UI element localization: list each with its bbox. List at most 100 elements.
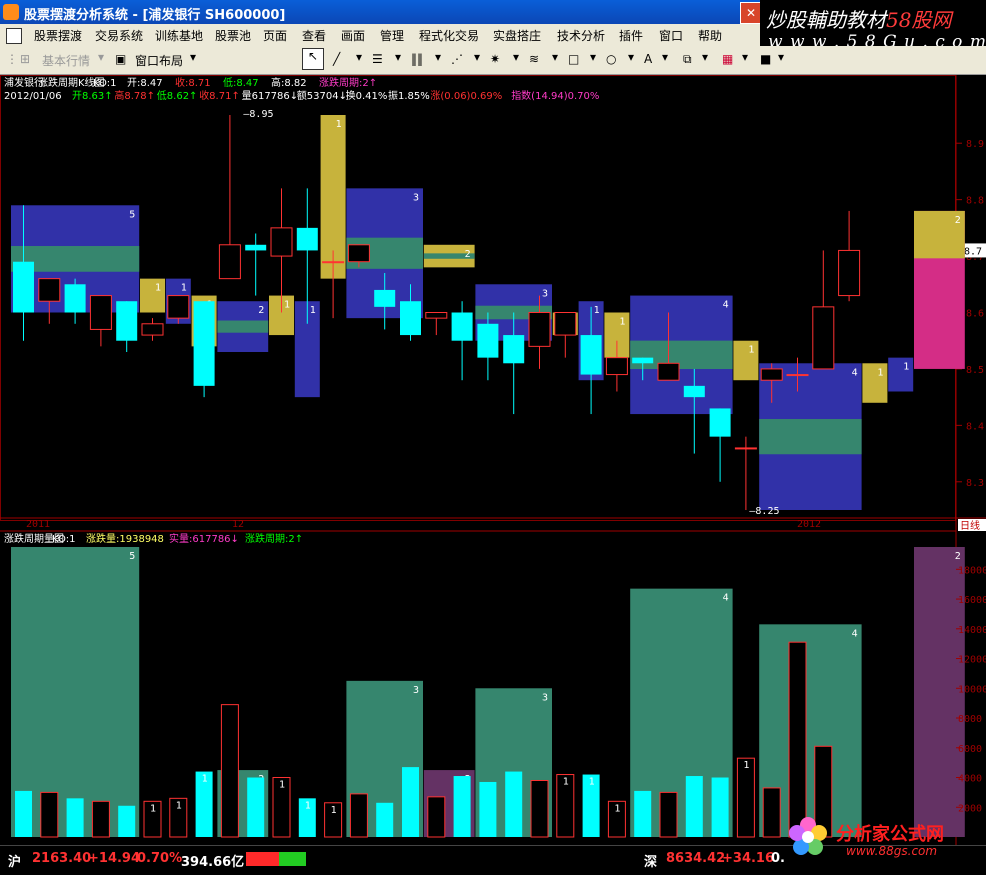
- chevron-down-icon[interactable]: ▾: [395, 50, 401, 64]
- menu-item-交易系统[interactable]: 交易系统: [95, 27, 143, 44]
- gann-tool-icon[interactable]: ✷: [490, 52, 500, 66]
- chevron-down-icon[interactable]: ▾: [98, 50, 104, 64]
- volume-tick-label: 6000: [958, 744, 982, 755]
- volume-count-label: 1: [150, 803, 156, 814]
- fibonacci-tool-icon[interactable]: ☰: [372, 52, 383, 66]
- cycle-count-label: 1: [284, 300, 290, 311]
- chevron-down-icon[interactable]: ▾: [435, 50, 441, 64]
- cycle-count-label: 1: [310, 305, 316, 316]
- menu-item-查看[interactable]: 查看: [302, 27, 326, 44]
- volume-tick-label: 12000: [958, 655, 986, 666]
- upper-info-item: 换0.41%: [346, 89, 388, 102]
- chevron-down-icon[interactable]: ▾: [552, 50, 558, 64]
- volume-bar: [247, 777, 265, 837]
- menu-item-股票池[interactable]: 股票池: [215, 27, 251, 44]
- volume-count-label: 1: [331, 805, 337, 816]
- price-tick-label: 8.4: [966, 421, 984, 432]
- candle-body: [347, 244, 370, 263]
- basic-quote-button[interactable]: 基本行情: [42, 52, 90, 69]
- chevron-down-icon[interactable]: ▾: [778, 50, 784, 64]
- pointer-tool-icon[interactable]: ↖: [302, 48, 324, 70]
- sh-change: +14.94: [88, 851, 141, 866]
- candle-body: [683, 385, 705, 398]
- candle-body: [812, 306, 835, 370]
- upper-info-item: 额53704↓: [297, 89, 347, 102]
- chevron-down-icon[interactable]: ▾: [628, 50, 634, 64]
- candle-body: [451, 312, 473, 341]
- menu-item-插件[interactable]: 插件: [619, 27, 643, 44]
- chevron-down-icon[interactable]: ▾: [702, 50, 708, 64]
- save-icon[interactable]: ■: [760, 52, 771, 66]
- chevron-down-icon[interactable]: ▾: [590, 50, 596, 64]
- candle-body: [296, 227, 318, 251]
- channel-tool-icon[interactable]: ≋: [529, 52, 539, 66]
- price-tick-label: 8.3: [966, 478, 984, 489]
- chevron-down-icon[interactable]: ▾: [742, 50, 748, 64]
- date-label: 12: [232, 519, 244, 530]
- price-tick-label: 8.6: [966, 309, 984, 320]
- menu-item-实盘搭庄[interactable]: 实盘搭庄: [493, 27, 541, 44]
- menu-item-技术分析[interactable]: 技术分析: [557, 27, 605, 44]
- upper-header-item: 收:8.71: [175, 76, 211, 89]
- window-layout-icon[interactable]: ▣: [115, 52, 126, 66]
- candle-body: [528, 312, 551, 347]
- window-layout-button[interactable]: 窗口布局: [135, 52, 183, 69]
- cycle-volume-count: 2: [955, 551, 961, 562]
- volume-count-label: 1: [589, 777, 595, 788]
- candle-body: [605, 357, 628, 376]
- volume-count-label: 1: [202, 774, 208, 785]
- price-tick-label: 8.5: [966, 365, 984, 376]
- menu-item-帮助[interactable]: 帮助: [698, 27, 722, 44]
- menu-item-画面[interactable]: 画面: [341, 27, 365, 44]
- cycle-count-label: 2: [955, 215, 961, 226]
- chevron-down-icon[interactable]: ▾: [474, 50, 480, 64]
- menu-item-管理[interactable]: 管理: [380, 27, 404, 44]
- menu-item-页面[interactable]: 页面: [263, 27, 287, 44]
- copy-icon[interactable]: ⧉: [683, 52, 692, 67]
- chevron-down-icon[interactable]: ▾: [513, 50, 519, 64]
- cycle-box: [140, 278, 165, 313]
- text-tool-icon[interactable]: A: [644, 52, 652, 66]
- cycle-count-label: 4: [723, 300, 729, 311]
- candle-body: [322, 261, 345, 264]
- cycle-line-tool-icon[interactable]: ‖‖: [411, 52, 423, 66]
- volume-count-label: 1: [305, 800, 311, 811]
- price-tick-label: 8.8: [966, 196, 984, 207]
- volume-bar: [685, 776, 703, 837]
- candle-body: [734, 447, 757, 450]
- current-price-label: 8.7: [964, 246, 982, 257]
- candle-body: [477, 323, 499, 358]
- sz-change: +34.16: [722, 851, 775, 866]
- sh-index: 2163.40: [32, 851, 92, 866]
- palette-icon[interactable]: ▦: [722, 52, 733, 66]
- rectangle-tool-icon[interactable]: □: [568, 52, 579, 66]
- menu-item-股票摆渡[interactable]: 股票摆渡: [34, 27, 82, 44]
- volume-count-label: 1: [279, 780, 285, 791]
- cycle-count-label: 3: [413, 192, 419, 203]
- candle-body: [270, 227, 293, 257]
- date-label: 2012: [797, 519, 821, 530]
- chevron-down-icon[interactable]: ▾: [662, 50, 668, 64]
- upper-info-item: 涨(0.06)0.69%: [430, 90, 502, 102]
- volume-count-label: 1: [563, 777, 569, 788]
- close-icon[interactable]: ✕: [740, 2, 762, 24]
- ellipse-tool-icon[interactable]: ○: [606, 52, 616, 66]
- kline-chart[interactable]: 8.98.88.78.68.58.48.38.75111211132311141…: [0, 75, 986, 845]
- menu-item-训练基地[interactable]: 训练基地: [155, 27, 203, 44]
- upper-header-item: 低:8.47: [223, 76, 259, 89]
- sh-label: 沪: [8, 855, 22, 870]
- chevron-down-icon[interactable]: ▾: [356, 50, 362, 64]
- min-price-mark: —8.25: [749, 506, 779, 517]
- candle-body: [116, 301, 138, 341]
- upper-info-item: 振1.85%: [388, 89, 430, 102]
- quote-icon[interactable]: ⊞: [20, 52, 30, 66]
- menu-item-窗口[interactable]: 窗口: [659, 27, 683, 44]
- volume-tick-label: 18000: [958, 565, 986, 576]
- fan-tool-icon[interactable]: ⋰: [451, 52, 463, 66]
- menu-icon[interactable]: [6, 28, 22, 44]
- cycle-count-label: 2: [258, 305, 264, 316]
- chevron-down-icon[interactable]: ▾: [190, 50, 196, 64]
- line-tool-icon[interactable]: ╱: [333, 52, 340, 66]
- menu-item-程式化交易[interactable]: 程式化交易: [419, 27, 479, 44]
- cycle-count-label: 1: [903, 362, 909, 373]
